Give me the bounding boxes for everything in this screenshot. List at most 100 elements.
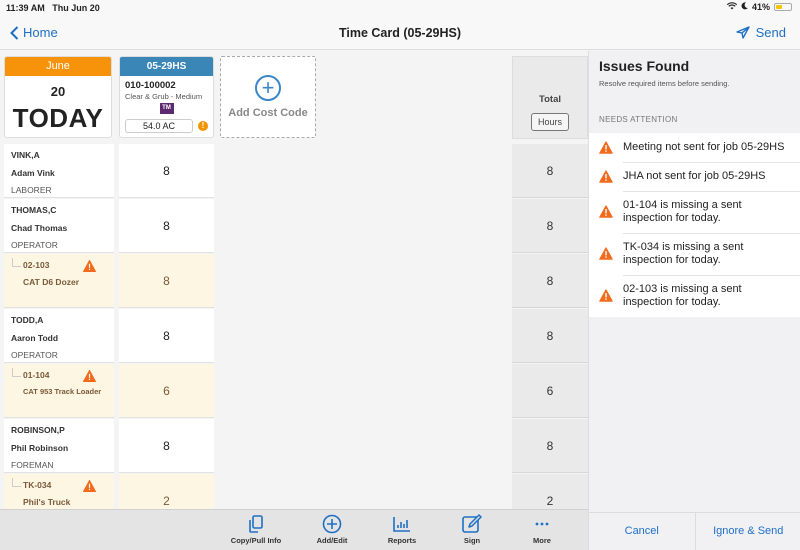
hours-cell[interactable]: 8 [119, 419, 214, 473]
employee-role: OPERATOR [11, 240, 58, 250]
plus-circle-icon: + [255, 75, 281, 101]
total-cell: 8 [512, 309, 588, 363]
needs-attention-header: NEEDS ATTENTION [599, 115, 678, 124]
employee-cell[interactable]: VINK,A Adam Vink LABORER [4, 144, 114, 198]
issue-text: TK-034 is missing a sent inspection for … [623, 241, 744, 266]
total-cell: 8 [512, 254, 588, 308]
warning-icon [599, 140, 613, 158]
issues-subtitle: Resolve required items before sending. [599, 79, 730, 88]
equipment-name: CAT D6 Dozer [23, 277, 80, 287]
chevron-left-icon [10, 25, 19, 40]
rows-list: VINK,A Adam Vink LABORER 8 8 THOMAS,C Ch… [0, 144, 588, 509]
issue-item[interactable]: JHA not sent for job 05-29HS [589, 162, 800, 191]
cost-code-card[interactable]: 05-29HS 010-100002 Clear & Grub - Medium… [119, 56, 214, 138]
back-label: Home [23, 25, 58, 40]
copy-pull-info-button[interactable]: Copy/Pull Info [221, 514, 291, 545]
tm-badge: TM [159, 103, 174, 114]
table-row: 01-104 CAT 953 Track Loader 6 6 [0, 364, 588, 419]
back-button[interactable]: Home [10, 25, 58, 40]
equipment-id: 02-103 [11, 258, 114, 270]
hours-cell[interactable]: 6 [119, 364, 214, 418]
hours-cell[interactable]: 8 [119, 309, 214, 363]
page-title: Time Card (05-29HS) [338, 26, 462, 40]
issues-panel: Issues Found Resolve required items befo… [588, 51, 800, 550]
issue-item[interactable]: Meeting not sent for job 05-29HS [589, 133, 800, 162]
employee-id: TODD,A [11, 315, 44, 325]
table-row: 02-103 CAT D6 Dozer 8 8 [0, 254, 588, 309]
warning-icon[interactable] [83, 369, 96, 387]
add-cost-code-button[interactable]: + Add Cost Code [220, 56, 316, 138]
total-cell: 2 [512, 474, 588, 509]
panel-actions: Cancel Ignore & Send [589, 512, 800, 550]
issue-text: Meeting not sent for job 05-29HS [623, 141, 785, 153]
pencil-icon [462, 514, 482, 533]
employee-name: Chad Thomas [11, 223, 68, 233]
add-edit-label: Add/Edit [316, 536, 348, 545]
copy-pull-info-label: Copy/Pull Info [230, 536, 282, 545]
table-row: VINK,A Adam Vink LABORER 8 8 [0, 144, 588, 199]
quantity-field[interactable]: 54.0 AC [125, 119, 193, 133]
equipment-cell[interactable]: 02-103 CAT D6 Dozer [4, 254, 114, 308]
employee-id: VINK,A [11, 150, 40, 160]
employee-cell[interactable]: ROBINSON,P Phil Robinson FOREMAN [4, 419, 114, 473]
equipment-id: 01-104 [11, 368, 114, 380]
issue-item[interactable]: 01-104 is missing a sent inspection for … [589, 191, 800, 233]
warning-icon [599, 205, 613, 222]
warning-icon[interactable] [83, 479, 96, 497]
reports-button[interactable]: Reports [367, 514, 437, 545]
more-button[interactable]: More [507, 514, 577, 545]
hours-cell[interactable]: 8 [119, 199, 214, 253]
reports-label: Reports [387, 536, 417, 545]
hours-toggle-button[interactable]: Hours [530, 113, 569, 131]
date-today-label: TODAY [12, 103, 104, 133]
warning-icon [599, 169, 613, 187]
employee-name: Phil Robinson [11, 443, 69, 453]
date-card[interactable]: June 20 TODAY [4, 56, 112, 138]
wifi-icon [726, 2, 738, 12]
add-cost-code-label: Add Cost Code [228, 107, 308, 119]
equipment-cell[interactable]: TK-034 Phil's Truck [4, 474, 114, 509]
warning-icon [599, 289, 613, 306]
table-row: ROBINSON,P Phil Robinson FOREMAN 8 8 [0, 419, 588, 474]
equipment-id: TK-034 [11, 478, 114, 490]
paper-plane-icon [735, 26, 750, 39]
moon-icon [741, 2, 748, 12]
employee-cell[interactable]: THOMAS,C Chad Thomas OPERATOR [4, 199, 114, 253]
send-button[interactable]: Send [735, 25, 786, 40]
add-edit-button[interactable]: Add/Edit [297, 514, 367, 545]
total-column-header: Total Hours [512, 56, 588, 139]
battery-fill [776, 5, 782, 9]
time-card-grid: June 20 TODAY 05-29HS 010-100002 Clear &… [0, 51, 588, 509]
issues-title: Issues Found [599, 58, 690, 74]
table-row: TK-034 Phil's Truck 2 2 [0, 474, 588, 509]
ignore-and-send-button[interactable]: Ignore & Send [694, 513, 800, 550]
more-icon [535, 522, 549, 526]
equipment-cell[interactable]: 01-104 CAT 953 Track Loader [4, 364, 114, 418]
sign-label: Sign [463, 536, 481, 545]
issue-item[interactable]: TK-034 is missing a sent inspection for … [589, 233, 800, 275]
sign-button[interactable]: Sign [437, 514, 507, 545]
warning-dot-icon[interactable]: ! [198, 121, 208, 131]
hours-cell[interactable]: 2 [119, 474, 214, 509]
warning-icon [599, 247, 613, 264]
employee-id: THOMAS,C [11, 205, 57, 215]
employee-cell[interactable]: TODD,A Aaron Todd OPERATOR [4, 309, 114, 363]
plus-circle-icon [322, 514, 342, 534]
hours-cell[interactable]: 8 [119, 144, 214, 198]
issue-text: 02-103 is missing a sent inspection for … [623, 283, 742, 308]
more-label: More [533, 536, 551, 545]
total-cell: 8 [512, 419, 588, 473]
issue-item[interactable]: 02-103 is missing a sent inspection for … [589, 275, 800, 317]
warning-icon[interactable] [83, 259, 96, 277]
date-day: 20 [50, 84, 66, 99]
hours-cell[interactable]: 8 [119, 254, 214, 308]
equipment-name: Phil's Truck [23, 497, 71, 507]
table-row: TODD,A Aaron Todd OPERATOR 8 8 [0, 309, 588, 364]
issues-list: Meeting not sent for job 05-29HS JHA not… [589, 133, 800, 317]
employee-role: OPERATOR [11, 350, 58, 360]
cancel-button[interactable]: Cancel [589, 513, 695, 550]
total-cell: 8 [512, 199, 588, 253]
status-right: 41% [726, 2, 792, 12]
employee-id: ROBINSON,P [11, 425, 65, 435]
battery-percent: 41% [751, 2, 770, 12]
